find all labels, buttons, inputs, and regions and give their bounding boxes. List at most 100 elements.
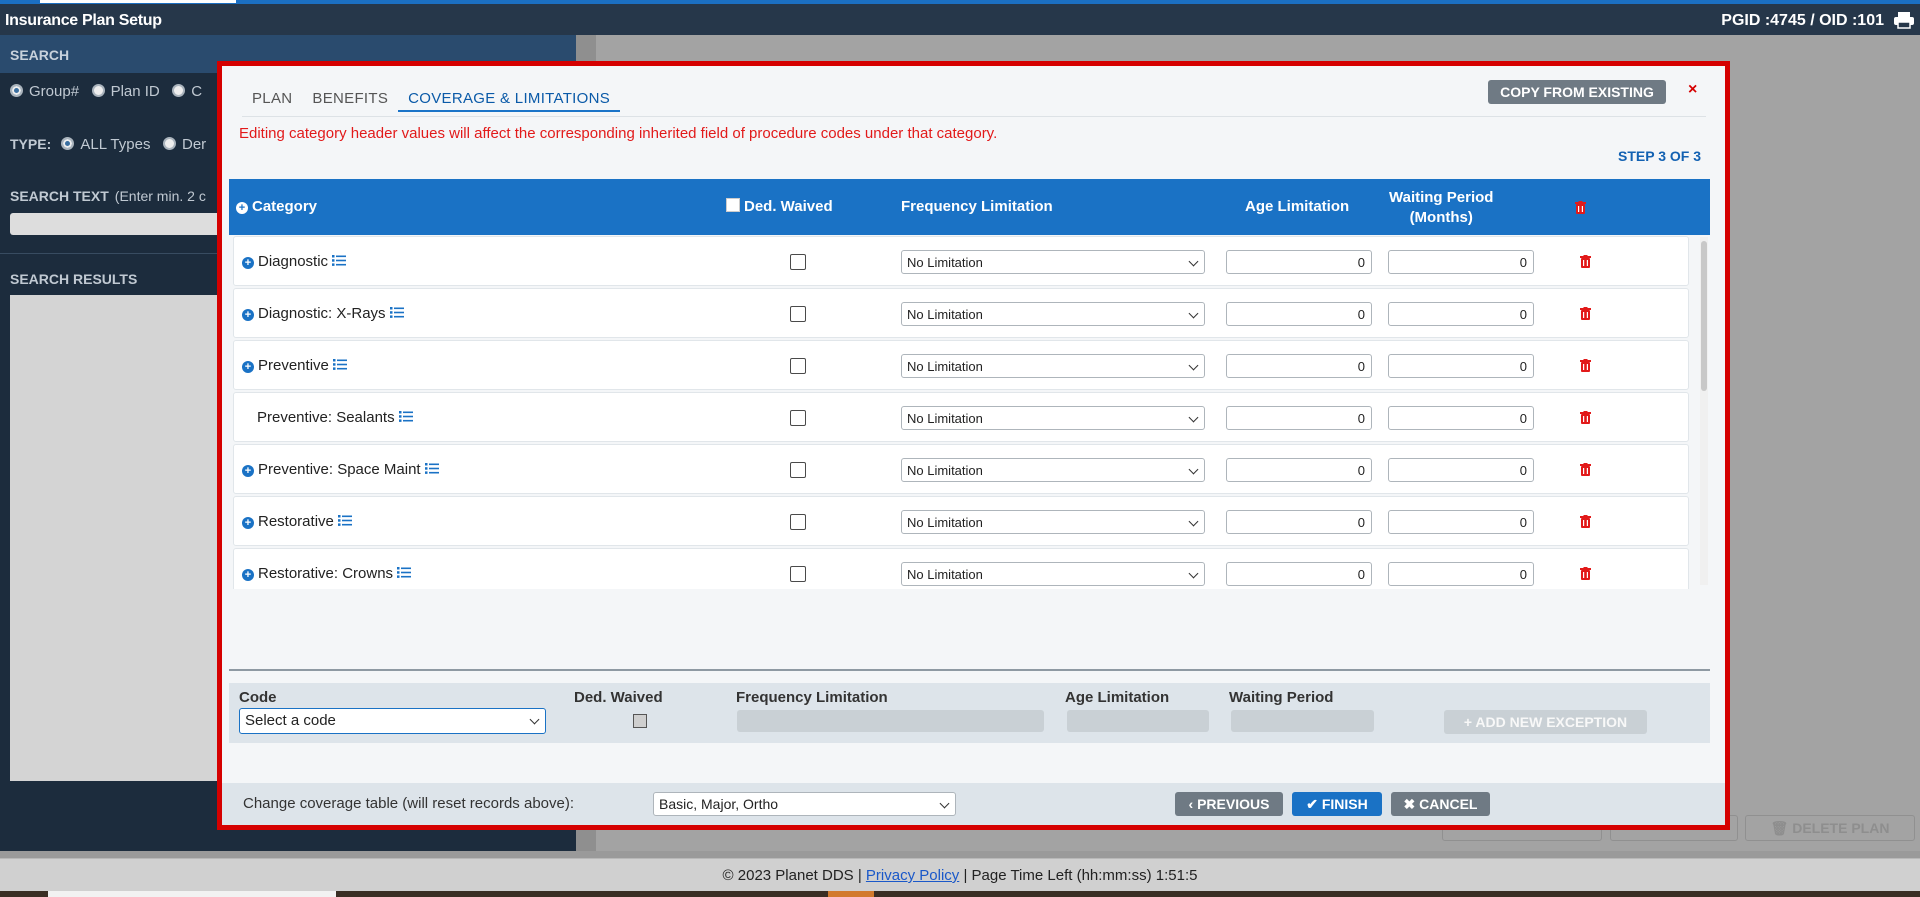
taskbar-segment xyxy=(48,891,336,897)
frequency-value: No Limitation xyxy=(907,567,983,582)
radio-indicator[interactable] xyxy=(61,137,75,150)
ded-waived-checkbox[interactable] xyxy=(790,306,806,322)
privacy-policy-link[interactable]: Privacy Policy xyxy=(866,867,959,884)
previous-button[interactable]: ‹ PREVIOUS xyxy=(1175,792,1283,816)
list-icon[interactable] xyxy=(332,255,347,266)
expand-icon[interactable]: + xyxy=(242,309,254,321)
radio-indicator[interactable] xyxy=(91,84,105,97)
radio-dental[interactable]: Der xyxy=(162,136,206,153)
list-icon[interactable] xyxy=(397,567,412,578)
modal-tabs: PLAN BENEFITS COVERAGE & LIMITATIONS xyxy=(242,86,621,112)
radio-indicator[interactable] xyxy=(172,84,186,97)
ded-waived-checkbox[interactable] xyxy=(790,410,806,426)
list-icon[interactable] xyxy=(424,463,439,474)
previous-label: PREVIOUS xyxy=(1197,796,1270,812)
frequency-select[interactable]: No Limitation xyxy=(901,250,1205,274)
category-warning-text: Editing category header values will affe… xyxy=(239,125,998,142)
radio-all-types[interactable]: ALL Types xyxy=(61,136,150,153)
waiting-period-input[interactable]: 0 xyxy=(1388,510,1534,534)
frequency-select[interactable]: No Limitation xyxy=(901,458,1205,482)
age-limitation-input[interactable]: 0 xyxy=(1226,510,1372,534)
exc-waiting-field xyxy=(1231,710,1374,732)
cancel-button[interactable]: ✖ CANCEL xyxy=(1391,792,1490,816)
copy-from-existing-button[interactable]: COPY FROM EXISTING xyxy=(1488,80,1666,104)
type-radio-group: TYPE: ALL Types Der xyxy=(10,136,206,153)
coverage-table-select[interactable]: Basic, Major, Ortho xyxy=(653,792,956,816)
coverage-table-body[interactable]: EndodonticsNo Limitation00+Restorative: … xyxy=(229,235,1710,589)
trash-icon[interactable] xyxy=(1580,515,1591,528)
list-icon[interactable] xyxy=(337,515,352,526)
list-icon[interactable] xyxy=(398,411,413,422)
ded-waived-checkbox[interactable] xyxy=(790,254,806,270)
waiting-period-input[interactable]: 0 xyxy=(1388,354,1534,378)
expand-icon[interactable]: + xyxy=(242,257,254,269)
code-select-value: Select a code xyxy=(245,712,336,729)
coverage-modal: PLAN BENEFITS COVERAGE & LIMITATIONS COP… xyxy=(217,61,1730,830)
trash-icon[interactable] xyxy=(1580,463,1591,476)
expand-icon[interactable]: + xyxy=(242,517,254,529)
radio-group-number[interactable]: Group# xyxy=(10,83,79,100)
age-limitation-input[interactable]: 0 xyxy=(1226,354,1372,378)
waiting-period-input[interactable]: 0 xyxy=(1388,458,1534,482)
ded-waived-checkbox[interactable] xyxy=(790,462,806,478)
expand-all-icon[interactable]: + xyxy=(236,202,248,214)
category-cell: + Restorative: Crowns xyxy=(242,565,412,582)
frequency-select[interactable]: No Limitation xyxy=(901,302,1205,326)
code-select[interactable]: Select a code xyxy=(239,708,546,734)
scrollbar-thumb[interactable] xyxy=(1701,241,1707,391)
tab-coverage-limitations[interactable]: COVERAGE & LIMITATIONS xyxy=(398,86,621,112)
waiting-period-input[interactable]: 0 xyxy=(1388,406,1534,430)
category-row: + Diagnostic: X-Rays No Limitation 0 0 xyxy=(233,288,1689,338)
expand-icon[interactable]: + xyxy=(242,465,254,477)
list-icon[interactable] xyxy=(332,359,347,370)
trash-icon[interactable] xyxy=(1580,411,1591,424)
chevron-down-icon xyxy=(1188,256,1199,267)
category-header-label: Category xyxy=(252,198,318,215)
exc-frequency-field xyxy=(737,710,1044,732)
radio-other[interactable]: C xyxy=(172,83,202,100)
waiting-period-input[interactable]: 0 xyxy=(1388,562,1534,586)
coverage-table-value: Basic, Major, Ortho xyxy=(659,796,779,812)
add-new-exception-button[interactable]: + ADD NEW EXCEPTION xyxy=(1444,710,1647,734)
age-limitation-input[interactable]: 0 xyxy=(1226,250,1372,274)
chevron-left-icon: ‹ xyxy=(1188,796,1198,812)
frequency-select[interactable]: No Limitation xyxy=(901,406,1205,430)
tab-plan[interactable]: PLAN xyxy=(242,86,302,112)
separator xyxy=(229,669,1710,671)
trash-icon[interactable] xyxy=(1580,359,1591,372)
trash-icon[interactable] xyxy=(1580,255,1591,268)
age-header: Age Limitation xyxy=(1245,198,1350,215)
ded-waived-all-checkbox[interactable] xyxy=(726,198,740,212)
radio-plan-id[interactable]: Plan ID xyxy=(91,83,160,100)
close-icon[interactable]: × xyxy=(1688,81,1697,99)
expand-icon[interactable]: + xyxy=(242,569,254,581)
radio-indicator[interactable] xyxy=(10,84,23,97)
age-limitation-input[interactable]: 0 xyxy=(1226,406,1372,430)
radio-indicator[interactable] xyxy=(162,137,176,150)
chevron-down-icon xyxy=(1188,568,1199,579)
frequency-select[interactable]: No Limitation xyxy=(901,562,1205,586)
age-limitation-input[interactable]: 0 xyxy=(1226,562,1372,586)
frequency-select[interactable]: No Limitation xyxy=(901,354,1205,378)
expand-icon[interactable]: + xyxy=(242,361,254,373)
waiting-period-input[interactable]: 0 xyxy=(1388,302,1534,326)
finish-button[interactable]: ✔ FINISH xyxy=(1292,792,1382,816)
modal-footer: Change coverage table (will reset record… xyxy=(222,783,1725,825)
age-limitation-input[interactable]: 0 xyxy=(1226,458,1372,482)
trash-icon[interactable] xyxy=(1580,567,1591,580)
printer-icon[interactable] xyxy=(1892,11,1916,29)
ded-waived-checkbox[interactable] xyxy=(790,566,806,582)
tab-benefits[interactable]: BENEFITS xyxy=(302,86,398,112)
age-limitation-input[interactable]: 0 xyxy=(1226,302,1372,326)
search-by-radio-group: Group# Plan ID C xyxy=(10,83,202,100)
trash-icon[interactable] xyxy=(1580,307,1591,320)
chevron-down-icon xyxy=(1188,308,1199,319)
ded-waived-checkbox[interactable] xyxy=(790,514,806,530)
ded-waived-checkbox[interactable] xyxy=(790,358,806,374)
radio-label: ALL Types xyxy=(80,136,151,153)
waiting-period-input[interactable]: 0 xyxy=(1388,250,1534,274)
frequency-select[interactable]: No Limitation xyxy=(901,510,1205,534)
list-icon[interactable] xyxy=(389,307,404,318)
trash-icon[interactable] xyxy=(1575,201,1586,214)
frequency-value: No Limitation xyxy=(907,307,983,322)
